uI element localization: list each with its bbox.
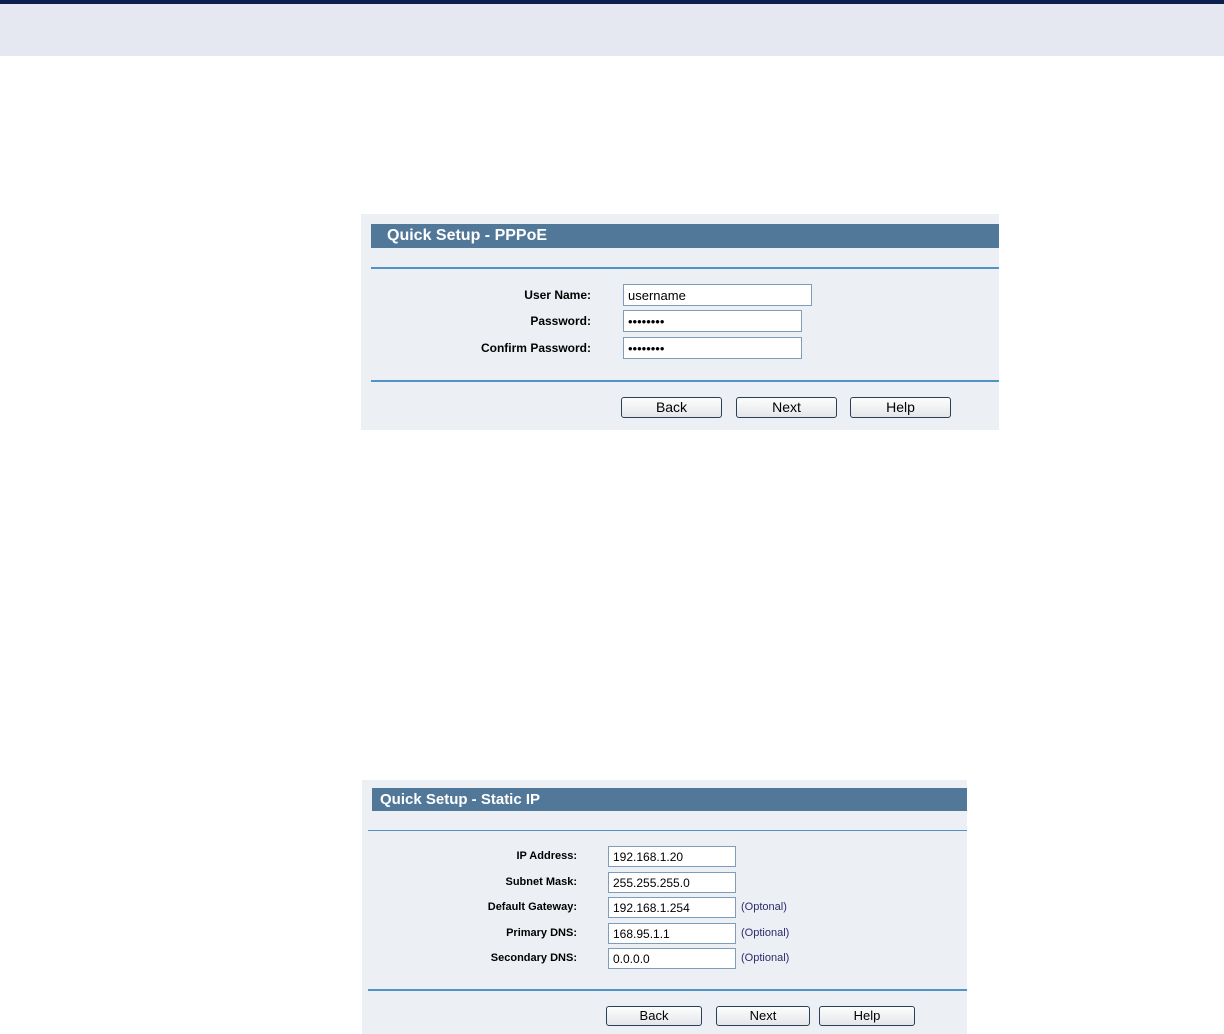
secondary-dns-label: Secondary DNS: bbox=[490, 952, 577, 964]
secondary-dns-optional-note: (Optional) bbox=[741, 952, 790, 964]
password-label: Password: bbox=[530, 314, 591, 328]
static-ip-help-button[interactable]: Help bbox=[819, 1006, 915, 1026]
primary-dns-label: Primary DNS: bbox=[506, 927, 577, 939]
username-label: User Name: bbox=[524, 288, 591, 302]
ip-address-input[interactable] bbox=[608, 846, 736, 867]
page: Quick Setup - PPPoE User Name: Password:… bbox=[0, 0, 1224, 1034]
static-ip-next-button[interactable]: Next bbox=[716, 1006, 810, 1026]
static-ip-bottom-divider bbox=[368, 989, 967, 991]
confirm-password-label: Confirm Password: bbox=[480, 341, 591, 355]
default-gateway-optional-note: (Optonal) bbox=[741, 901, 787, 913]
pppoe-next-button[interactable]: Next bbox=[736, 397, 837, 418]
pppoe-panel-title: Quick Setup - PPPoE bbox=[371, 224, 999, 248]
ip-address-label: IP Address: bbox=[516, 850, 577, 862]
username-input[interactable] bbox=[623, 284, 812, 306]
subnet-mask-label: Subnet Mask: bbox=[505, 876, 577, 888]
password-input[interactable] bbox=[623, 310, 802, 332]
secondary-dns-input[interactable] bbox=[608, 948, 736, 969]
static-ip-back-button[interactable]: Back bbox=[606, 1006, 702, 1026]
pppoe-help-button[interactable]: Help bbox=[850, 397, 951, 418]
default-gateway-input[interactable] bbox=[608, 897, 736, 918]
primary-dns-optional-note: (Optional) bbox=[741, 927, 790, 939]
pppoe-bottom-divider bbox=[371, 380, 999, 382]
static-ip-setup-panel: Quick Setup - Static IP IP Address: Subn… bbox=[362, 780, 967, 1034]
pppoe-top-divider bbox=[371, 267, 999, 269]
primary-dns-input[interactable] bbox=[608, 923, 736, 944]
static-ip-panel-title: Quick Setup - Static IP bbox=[372, 788, 967, 811]
confirm-password-input[interactable] bbox=[623, 337, 802, 359]
header-band bbox=[0, 4, 1224, 56]
subnet-mask-input[interactable] bbox=[608, 872, 736, 893]
static-ip-top-divider bbox=[368, 830, 967, 831]
pppoe-back-button[interactable]: Back bbox=[621, 397, 722, 418]
pppoe-setup-panel: Quick Setup - PPPoE User Name: Password:… bbox=[361, 214, 999, 430]
default-gateway-label: Default Gateway: bbox=[487, 901, 577, 913]
